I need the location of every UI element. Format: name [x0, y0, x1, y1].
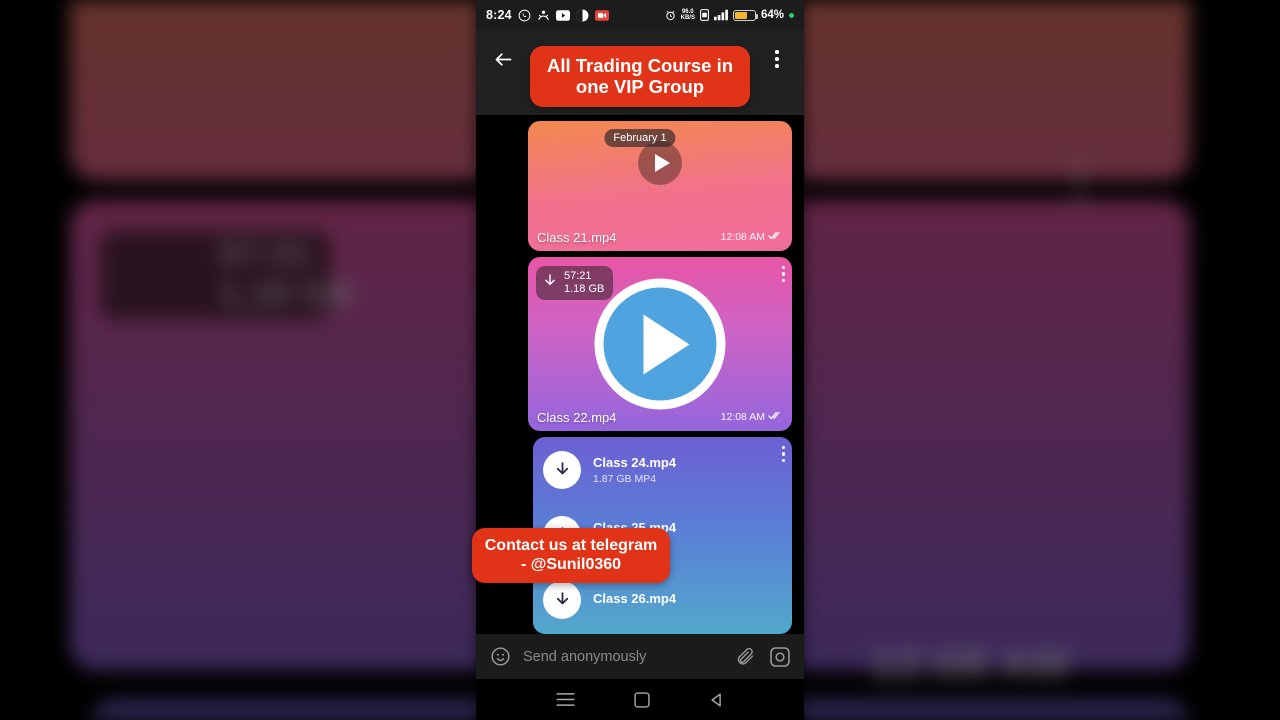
blurred-background-left: Class 2 57:21 1.18 GB Class 2 — [0, 0, 480, 720]
video-duration: 57:21 — [564, 270, 592, 282]
signal-bars-icon — [713, 9, 728, 21]
shorts-video-frame: Class 2 57:21 1.18 GB Class 2 12:08 AM 1… — [0, 0, 1280, 720]
file-name: Class 22.mp4 — [537, 409, 617, 425]
status-time: 8:24 — [486, 8, 512, 22]
back-arrow-icon[interactable] — [488, 44, 518, 74]
download-status-pill[interactable]: 57:21 1.18 GB — [536, 266, 614, 300]
timestamp-text: 12:08 AM — [720, 411, 765, 423]
alarm-icon — [665, 10, 676, 21]
whatsapp-icon — [518, 9, 531, 22]
download-arrow-icon — [542, 273, 558, 294]
file-meta: 1.87 GB MP4 — [593, 472, 657, 485]
network-speed-icon: 96.0 KB/S — [681, 9, 695, 22]
network-speed-value: 96.0 — [681, 8, 694, 15]
date-separator: February 1 — [604, 129, 676, 147]
message-time: 12:08 AM — [721, 231, 783, 243]
smiley-icon[interactable] — [489, 645, 512, 668]
file-name: Class 26.mp4 — [593, 590, 677, 606]
message-input[interactable]: Send anonymously — [523, 649, 723, 665]
screen-recorder-icon — [594, 9, 609, 21]
blurred-background-right: 12:08 AM 12:08 AM — [800, 0, 1280, 720]
battery-percent: 64% — [760, 9, 784, 21]
kebab-menu-icon[interactable] — [762, 44, 792, 74]
play-icon[interactable] — [594, 278, 726, 410]
message-time: 12:08 AM — [721, 411, 783, 423]
camera-icon[interactable] — [768, 645, 791, 668]
timestamp-text: 12:08 AM — [720, 231, 765, 243]
blurred-timestamp-2: 12:08 AM — [870, 640, 1070, 689]
double-check-icon — [768, 231, 783, 243]
contacts-sync-icon — [537, 9, 550, 22]
blurred-duration: 57:21 — [220, 235, 312, 273]
file-name: Class 24.mp4 — [593, 454, 677, 470]
home-square-icon[interactable] — [633, 691, 650, 708]
play-icon[interactable] — [638, 141, 682, 185]
recents-menu-icon[interactable] — [555, 692, 575, 707]
youtube-icon — [555, 9, 570, 21]
double-check-icon — [768, 411, 783, 423]
android-nav-bar[interactable] — [476, 679, 804, 720]
file-list-item[interactable]: Class 24.mp4 1.87 GB MP4 — [533, 437, 792, 502]
status-bar: 8:24 96.0 KB/S 64% — [476, 0, 804, 30]
promo-contact-banner: Contact us at telegram - @Sunil0360 — [472, 528, 670, 584]
status-dot-icon — [789, 12, 794, 18]
message-input-bar[interactable]: Send anonymously — [476, 634, 804, 679]
video-size: 1.18 GB — [564, 283, 605, 295]
network-speed-unit: KB/S — [680, 15, 695, 21]
phone-screen: 8:24 96.0 KB/S 64% Class 21.mp4 12:08 AM… — [476, 0, 804, 720]
paperclip-icon[interactable] — [734, 645, 757, 668]
download-arrow-icon[interactable] — [543, 450, 581, 489]
download-arrow-icon[interactable] — [543, 580, 581, 619]
battery-icon — [732, 9, 759, 21]
kebab-menu-icon[interactable] — [781, 266, 785, 283]
gallery-icon — [576, 9, 589, 22]
promo-title-banner: All Trading Course in one VIP Group — [530, 46, 750, 107]
blurred-size: 1.18 GB — [220, 275, 354, 313]
back-triangle-icon[interactable] — [709, 692, 725, 708]
message-bubble-class-22[interactable]: 57:21 1.18 GB Class 22.mp4 12:08 AM — [528, 257, 792, 431]
sim-icon — [700, 9, 709, 21]
kebab-menu-icon[interactable] — [781, 446, 785, 463]
file-name: Class 21.mp4 — [537, 229, 617, 245]
